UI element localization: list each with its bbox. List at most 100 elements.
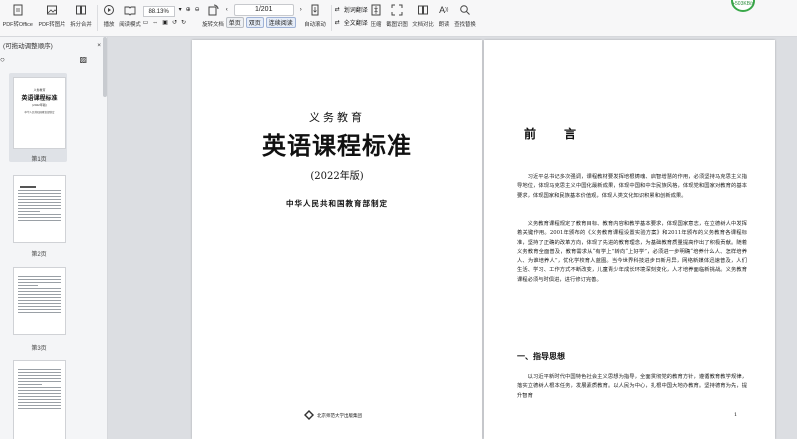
single-page-button[interactable]: 单页 [225,17,244,28]
rotate-document-button[interactable]: 旋转文档 [201,0,225,36]
toolbar-divider [330,5,332,31]
continuous-reading-label: 连续阅读 [268,21,293,27]
thumbnail-cover-year: (2022年版) [32,103,47,107]
pdf-to-image-button[interactable]: PDF转图片 [37,0,67,36]
office-convert-icon [11,3,25,17]
thumbnail-label-3: 第3页 [31,346,47,352]
cover-subtitle: 义务教育 [309,111,365,124]
rotate-document-label: 旋转文档 [201,22,224,28]
read-mode-label: 阅读模式 [118,22,141,28]
pdf-to-office-button[interactable]: PDF转Office [1,0,35,36]
screenshot-ocr-label: 截图识图 [385,22,408,28]
auto-scroll-button[interactable]: 自动滚动 [303,0,327,36]
rotate-right-icon[interactable]: ↻ [181,19,186,26]
document-compare-label: 文档对比 [411,22,434,28]
read-aloud-label: 朗读 [438,22,450,28]
find-replace-label: 查找替换 [454,22,476,28]
thumbnail-cover-org: 中华人民共和国教育部制定 [24,111,55,114]
zoom-dropdown-icon[interactable]: ▾ [179,6,182,13]
page-nav-group: ‹ 1/201 › 单页 双页 连续阅读 [225,3,302,29]
compress-label: 压缩 [370,22,382,28]
publisher-name: 北京师范大学出版集团 [317,414,362,419]
close-icon[interactable]: × [97,42,101,49]
play-button[interactable]: 播放 [102,0,116,36]
rotate-document-icon [206,3,220,17]
pdf-to-image-label: PDF转图片 [38,22,66,28]
sidebar-header: (可拖动调整顺序) × [0,37,107,53]
rotate-left-icon[interactable]: ↺ [172,19,177,26]
thumbnail-cover-subtitle: 义务教育 [33,88,46,92]
pdf-to-office-label: PDF转Office [2,22,33,28]
preface-heading: 前 言 [524,127,585,141]
screenshot-icon [390,3,404,17]
auto-scroll-label: 自动滚动 [303,22,326,28]
cover-org: 中华人民共和国教育部制定 [286,199,388,208]
thumbnail-cover-title: 英语课程标准 [21,96,58,102]
search-icon [458,3,472,17]
page-number: 1 [734,412,738,418]
page-left-cover: 义务教育 英语课程标准 (2022年版) 中华人民共和国教育部制定 北京师范大学… [192,40,482,439]
prev-page-icon[interactable]: ‹ [226,7,228,13]
slider-handle-icon[interactable]: ○ [0,55,5,64]
split-merge-label: 拆分合并 [69,22,92,28]
fulltext-translate-icon: ⇄ [334,20,340,26]
preface-paragraph-1: 习近平总书记多次强调，课程教材要发挥培根铸魂、启智增慧的作用，必须坚持马克思主义… [517,174,747,199]
fulltext-translate-label: 全文翻译 [343,21,368,27]
section-heading: 一、指导思想 [517,351,565,361]
thumbnail-sidebar: (可拖动调整顺序) × ○ ▨ 义务教育 英语课程标准 (2022年版) 中华人… [0,37,108,439]
thumbnail-label-2: 第2页 [31,252,47,258]
double-page-label: 双页 [248,21,261,27]
actual-size-icon[interactable]: ▣ [162,19,168,26]
word-translate-label: 划词翻译 [343,8,368,14]
next-page-icon[interactable]: › [300,7,302,13]
fit-width-icon[interactable]: ⇔ [152,20,158,26]
screenshot-ocr-button[interactable]: 截图识图 [385,0,409,36]
zoom-out-icon[interactable]: ⊖ [195,6,200,13]
document-workspace: 义务教育 英语课程标准 (2022年版) 中华人民共和国教育部制定 北京师范大学… [108,37,797,439]
single-page-label: 单页 [228,21,241,27]
fit-page-icon[interactable]: ▭ [143,19,149,26]
read-mode-button[interactable]: 阅读模式 [118,0,142,36]
auto-scroll-icon [308,3,322,17]
document-compare-button[interactable]: 文档对比 [411,0,435,36]
thumbnail-settings-icon[interactable]: ▨ [79,55,87,64]
thumbnail-label-1: 第1页 [31,157,47,163]
sidebar-controls: ○ ▨ [0,53,107,65]
word-translate-button[interactable]: ⇄ 划词翻译 [335,3,368,16]
compress-button[interactable]: 压缩 [369,0,383,36]
cover-year: (2022年版) [310,171,364,182]
split-merge-icon [74,3,88,17]
toolbar: PDF转Office PDF转图片 拆分合并 播放 阅读模式 88.13% ▾ … [0,0,797,37]
page-right-preface: 前 言 习近平总书记多次强调，课程教材要发挥培根铸魂、启智增慧的作用，必须坚持马… [484,40,775,439]
compare-icon [416,3,430,17]
image-convert-icon [45,3,59,17]
translate-icon: ⇄ [334,7,340,13]
thumbnail-page-2[interactable] [13,175,66,243]
thumbnail-page-3[interactable] [13,267,66,335]
thumbnail-page-4[interactable] [13,360,66,439]
continuous-reading-button[interactable]: 连续阅读 [265,17,296,28]
translate-group: ⇄ 划词翻译 ⇄ 全文翻译 [335,3,368,29]
sidebar-title: (可拖动调整顺序) [3,43,53,50]
publisher-logo-icon [304,410,314,422]
compress-icon [369,3,383,17]
zoom-in-icon[interactable]: ⊕ [186,6,191,13]
play-label: 播放 [103,22,115,28]
page-number-input[interactable]: 1/201 [233,3,294,16]
preface-paragraph-2: 义务教育课程规定了教育目标、教育内容和教学基本要求，体现国家意志，在立德树人中发… [517,221,747,283]
fulltext-translate-button[interactable]: ⇄ 全文翻译 [335,16,368,29]
zoom-group: 88.13% ▾ ⊕ ⊖ ▭ ⇔ ▣ ↺ ↻ [142,3,200,29]
read-aloud-icon: A)) [439,5,449,15]
toolbar-divider [96,5,98,31]
read-mode-icon [123,3,137,17]
play-icon [102,3,116,17]
publisher-logo: 北京师范大学出版集团 [304,410,362,422]
network-speed-badge: +503KB/s [731,0,755,12]
cover-title: 英语课程标准 [262,131,412,160]
split-merge-button[interactable]: 拆分合并 [69,0,93,36]
read-aloud-button[interactable]: A)) 朗读 [437,0,451,36]
sidebar-scrollbar[interactable] [103,37,107,97]
thumbnail-page-1[interactable]: 义务教育 英语课程标准 (2022年版) 中华人民共和国教育部制定 [13,77,66,149]
find-replace-button[interactable]: 查找替换 [453,0,477,36]
double-page-button[interactable]: 双页 [245,17,264,28]
